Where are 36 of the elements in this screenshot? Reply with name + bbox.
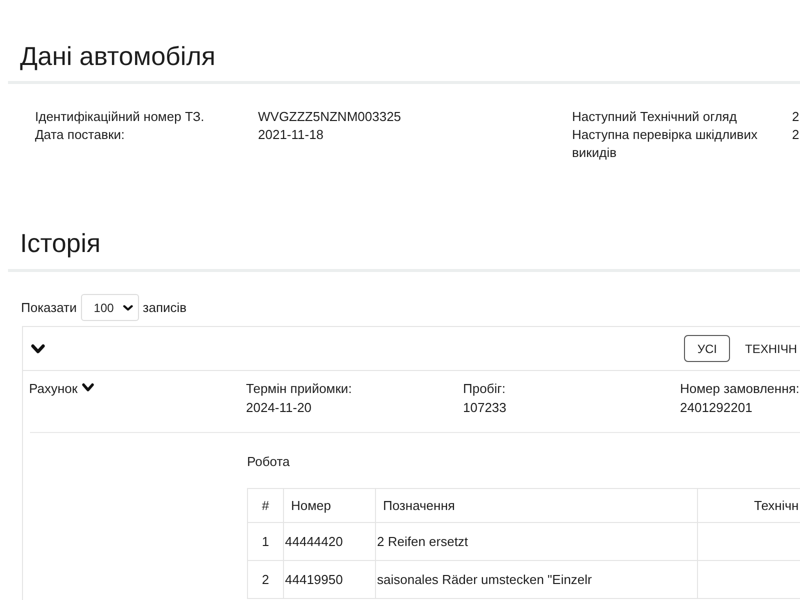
field-label: Термін прийомки: [246,380,352,398]
field-label: Номер замовлення: [680,380,800,398]
field-value: 2401292201 [680,399,752,417]
column-header: Номер [291,498,332,513]
field-value: 2 [792,108,800,126]
field-value: 107233 [463,399,506,417]
section-title: Дані автомобіля [20,41,216,71]
table-cell: 2 [262,572,270,587]
chevron-down-icon [122,304,133,310]
work-title: Робота [247,453,290,471]
chevron-down-icon[interactable] [31,344,45,354]
field-label: Пробіг: [463,380,506,398]
record-heading: Рахунок [29,380,78,398]
table-cell: 1 [262,534,270,549]
column-header: # [262,498,270,513]
page-length-select[interactable]: 100 [80,294,139,321]
table-cell: saisonales Räder umstecken "Einzelr [377,572,592,587]
table-cell: 44419950 [285,572,343,587]
filter-button[interactable]: ТЕХНІЧН [732,335,800,362]
field-label: Ідентифікаційний номер ТЗ. [35,108,204,126]
field-label: Наступний Технічний огляд [572,108,737,126]
field-label: Дата поставки: [35,126,125,144]
field-value: 2024-11-20 [246,399,312,417]
table-cell: 44444420 [285,534,343,549]
field-value: 2 [792,126,800,144]
filter-button[interactable]: УСІ [684,335,730,362]
section-title: Історія [20,228,101,258]
field-label: Наступна перевірка шкідливих викидів [572,126,758,162]
column-header: Позначення [383,498,455,513]
show-label: Показати [21,300,77,315]
chevron-down-icon[interactable] [82,383,94,392]
field-value: WVGZZZ5NZNM003325 [258,108,402,126]
table-cell: 2 Reifen ersetzt [377,534,468,549]
column-header: Технічн [754,498,799,513]
entries-label: записів [142,300,187,315]
field-value: 2021-11-18 [258,126,324,144]
